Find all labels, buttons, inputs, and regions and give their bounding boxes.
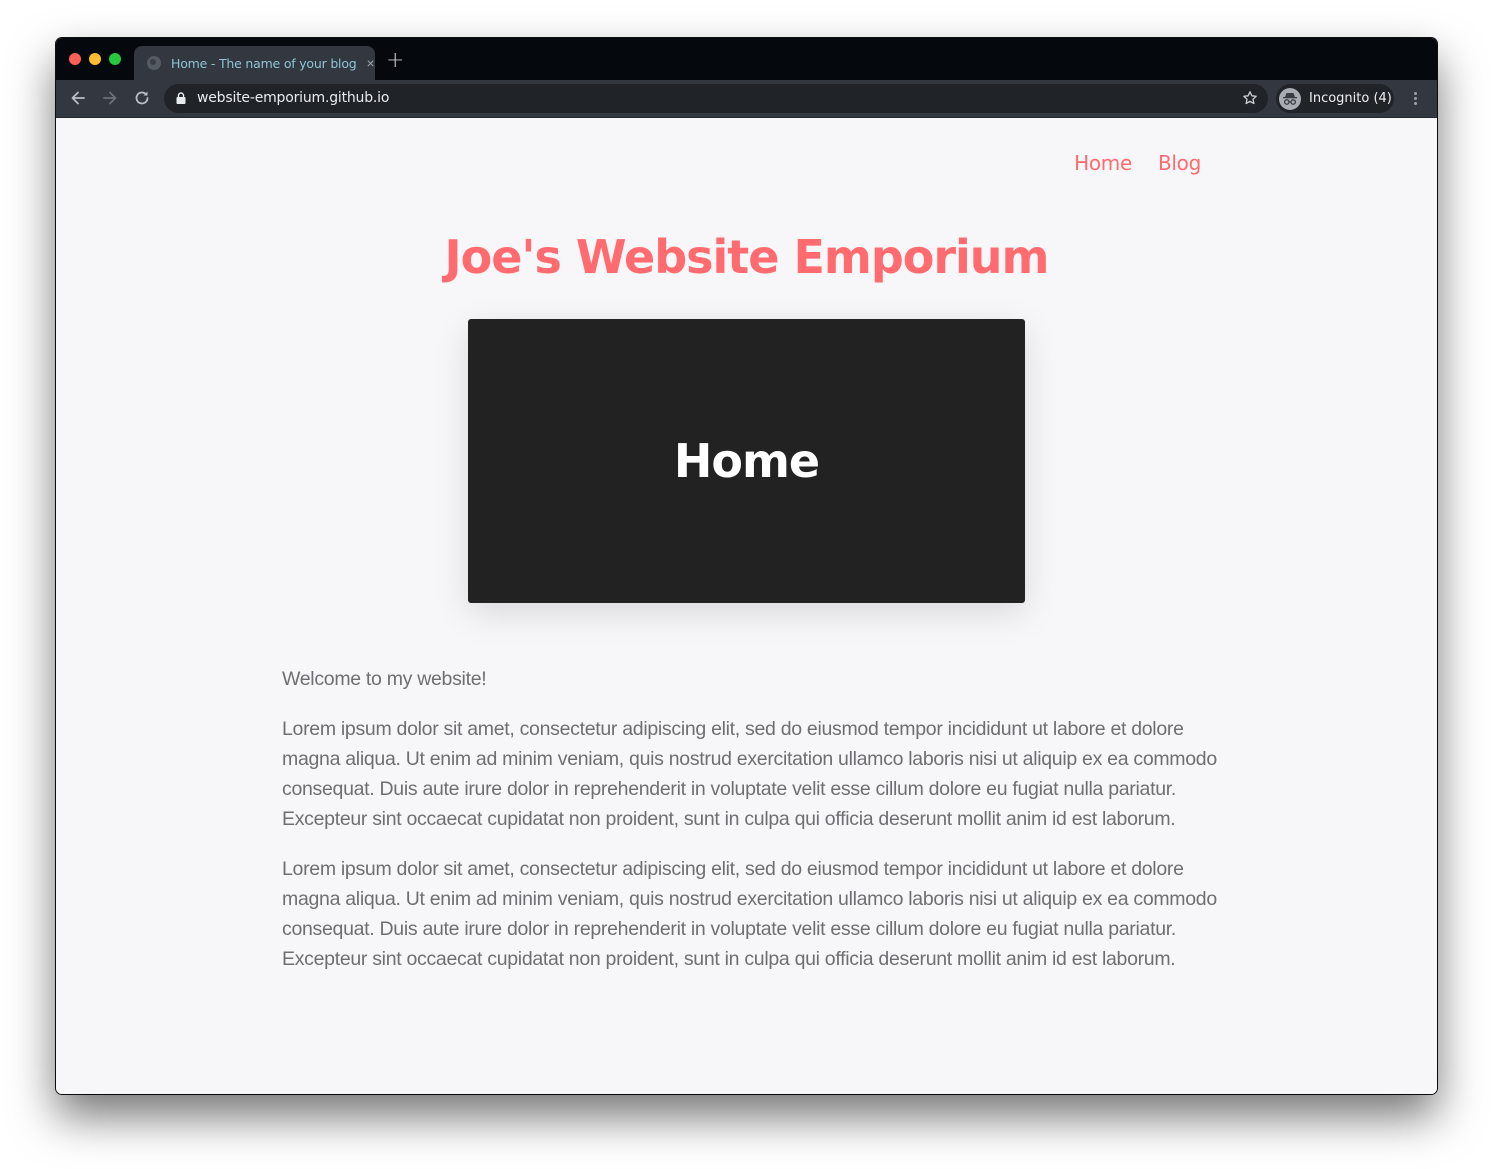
page-viewport: Home Blog Joe's Website Emporium Home We… bbox=[56, 118, 1437, 1094]
nav-link-blog[interactable]: Blog bbox=[1158, 151, 1201, 175]
body-paragraph: Lorem ipsum dolor sit amet, consectetur … bbox=[282, 718, 1217, 830]
bookmark-star-icon[interactable] bbox=[1242, 90, 1258, 106]
nav-link-home[interactable]: Home bbox=[1074, 151, 1132, 175]
close-tab-icon[interactable]: × bbox=[367, 55, 375, 71]
tab-home[interactable]: Home - The name of your blog × bbox=[134, 46, 375, 80]
profile-label: Incognito (4) bbox=[1309, 91, 1392, 106]
back-button[interactable] bbox=[68, 88, 88, 108]
arrow-left-icon bbox=[71, 91, 85, 105]
site-nav: Home Blog bbox=[1074, 151, 1201, 175]
welcome-paragraph: Welcome to my website! bbox=[282, 668, 487, 690]
reload-button[interactable] bbox=[132, 88, 152, 108]
incognito-profile-button[interactable]: Incognito (4) bbox=[1276, 84, 1394, 113]
site-title[interactable]: Joe's Website Emporium bbox=[56, 230, 1437, 284]
arrow-right-icon bbox=[103, 91, 117, 105]
browser-menu-icon[interactable] bbox=[1410, 90, 1420, 108]
body-paragraph: Lorem ipsum dolor sit amet, consectetur … bbox=[282, 858, 1217, 970]
hero-banner: Home bbox=[468, 319, 1025, 603]
browser-toolbar: website-emporium.github.io Incognito (4) bbox=[56, 80, 1437, 118]
browser-window: Home - The name of your blog × + website… bbox=[56, 38, 1437, 1094]
reload-icon bbox=[135, 91, 149, 105]
lock-icon bbox=[176, 92, 186, 104]
close-window-button[interactable] bbox=[69, 53, 81, 65]
maximize-window-button[interactable] bbox=[109, 53, 121, 65]
page-content: Welcome to my website! Lorem ipsum dolor… bbox=[282, 664, 1222, 994]
minimize-window-button[interactable] bbox=[89, 53, 101, 65]
url-text[interactable]: website-emporium.github.io bbox=[197, 90, 389, 106]
address-bar[interactable]: website-emporium.github.io bbox=[164, 84, 1268, 113]
hero-title: Home bbox=[673, 434, 820, 488]
new-tab-button[interactable]: + bbox=[386, 48, 404, 74]
globe-icon bbox=[147, 56, 161, 70]
forward-button[interactable] bbox=[100, 88, 120, 108]
tab-title: Home - The name of your blog bbox=[171, 55, 357, 71]
tab-strip: Home - The name of your blog × + bbox=[56, 38, 1437, 80]
incognito-icon bbox=[1279, 87, 1301, 110]
